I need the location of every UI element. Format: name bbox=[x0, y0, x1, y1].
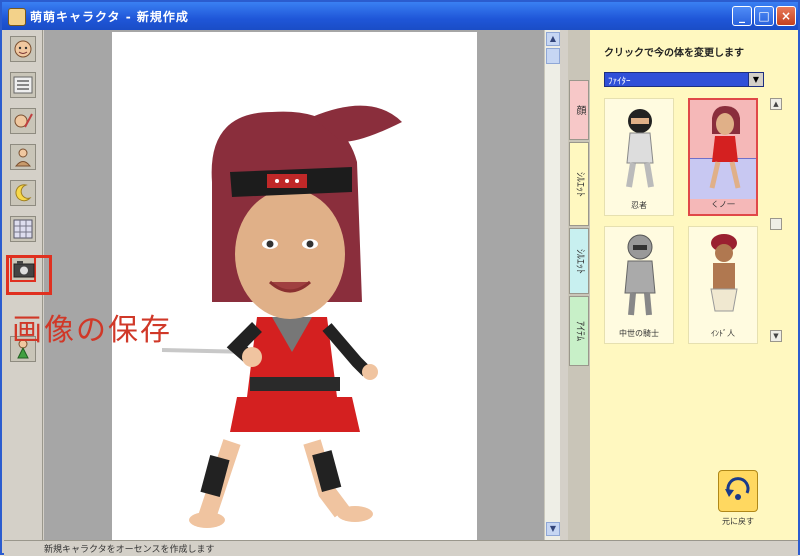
kunoichi-character-image bbox=[161, 105, 402, 528]
panel-instruction: クリックで今の体を変更します bbox=[604, 48, 744, 59]
status-message: 新規キャラクタをオーセンスを作成します bbox=[44, 545, 215, 555]
body-option-indian[interactable]: ｲﾝﾄﾞ人 bbox=[688, 226, 758, 344]
window-title: 萌萌キャラクタ - 新規作成 bbox=[30, 10, 189, 24]
tab-face[interactable]: 顔 bbox=[569, 80, 589, 140]
status-bar: 新規キャラクタをオーセンスを作成します bbox=[4, 540, 798, 556]
ninja-figure-icon bbox=[626, 109, 654, 188]
panel-scroll-up-icon[interactable]: ▲ bbox=[770, 98, 782, 110]
person-icon bbox=[14, 148, 32, 167]
face-icon bbox=[14, 40, 32, 58]
app-window: 萌萌キャラクタ - 新規作成 _ □ × ▲ ▼ 顔 ｼﾙｴｯﾄ ｼﾙｴｯﾄ ｱ… bbox=[0, 0, 800, 556]
parts-panel: クリックで今の体を変更します ﾌｧｲﾀｰ ▼ 忍者 くノ一 中世の騎士 ｲﾝﾄﾞ… bbox=[590, 30, 798, 540]
undo-button[interactable] bbox=[718, 470, 758, 512]
body-option-knight[interactable]: 中世の騎士 bbox=[604, 226, 674, 344]
edit-icon bbox=[14, 113, 33, 128]
maximize-button[interactable]: □ bbox=[754, 6, 774, 26]
scroll-down-arrow-icon[interactable]: ▼ bbox=[546, 522, 560, 536]
panel-scroll-down-icon[interactable]: ▼ bbox=[770, 330, 782, 342]
face-tool-button[interactable] bbox=[10, 36, 36, 62]
close-button[interactable]: × bbox=[776, 6, 796, 26]
person-tool-button[interactable] bbox=[10, 144, 36, 170]
panel-scroll-thumb[interactable] bbox=[770, 218, 782, 230]
body-option-kunoichi[interactable]: くノ一 bbox=[688, 98, 758, 216]
character-canvas[interactable] bbox=[112, 32, 477, 540]
list-icon bbox=[13, 76, 33, 94]
scroll-up-arrow-icon[interactable]: ▲ bbox=[546, 32, 560, 46]
scroll-thumb[interactable] bbox=[546, 48, 560, 64]
category-select-value: ﾌｧｲﾀｰ bbox=[608, 77, 631, 87]
knight-figure-icon bbox=[624, 234, 656, 316]
canvas-vertical-scrollbar[interactable]: ▲ ▼ bbox=[544, 30, 561, 540]
kunoichi-figure-icon bbox=[709, 106, 741, 189]
undo-arrow-icon bbox=[725, 477, 750, 500]
minimize-button[interactable]: _ bbox=[732, 6, 752, 26]
body-option-ninja[interactable]: 忍者 bbox=[604, 98, 674, 216]
tab-silhouette[interactable]: ｼﾙｴｯﾄ bbox=[569, 228, 589, 294]
undo-label: 元に戻す bbox=[722, 517, 754, 526]
panel-tab-strip: 顔 ｼﾙｴｯﾄ ｼﾙｴｯﾄ ｱｲﾃﾑ bbox=[568, 30, 590, 540]
body-option-label: 中世の騎士 bbox=[619, 329, 659, 338]
save-tool-highlight bbox=[6, 255, 52, 295]
title-bar[interactable]: 萌萌キャラクタ - 新規作成 _ □ × bbox=[2, 2, 798, 30]
tab-items[interactable]: ｱｲﾃﾑ bbox=[569, 296, 589, 366]
overlay-caption: 画像の保存 bbox=[12, 313, 172, 348]
category-select[interactable]: ﾌｧｲﾀｰ ▼ bbox=[604, 72, 764, 87]
grid-tool-button[interactable] bbox=[10, 216, 36, 242]
indian-figure-icon bbox=[710, 234, 738, 312]
panel-splitter[interactable] bbox=[560, 30, 568, 540]
app-icon bbox=[8, 8, 26, 26]
tab-silhouette-body[interactable]: ｼﾙｴｯﾄ bbox=[569, 142, 589, 226]
chevron-down-icon[interactable]: ▼ bbox=[748, 73, 763, 86]
moon-tool-button[interactable] bbox=[10, 180, 36, 206]
body-option-label: 忍者 bbox=[631, 201, 647, 210]
grid-icon bbox=[13, 219, 33, 239]
list-tool-button[interactable] bbox=[10, 72, 36, 98]
body-option-label: ｲﾝﾄﾞ人 bbox=[711, 329, 735, 338]
moon-icon bbox=[15, 184, 32, 202]
edit-tool-button[interactable] bbox=[10, 108, 36, 134]
body-option-label: くノ一 bbox=[711, 200, 735, 209]
